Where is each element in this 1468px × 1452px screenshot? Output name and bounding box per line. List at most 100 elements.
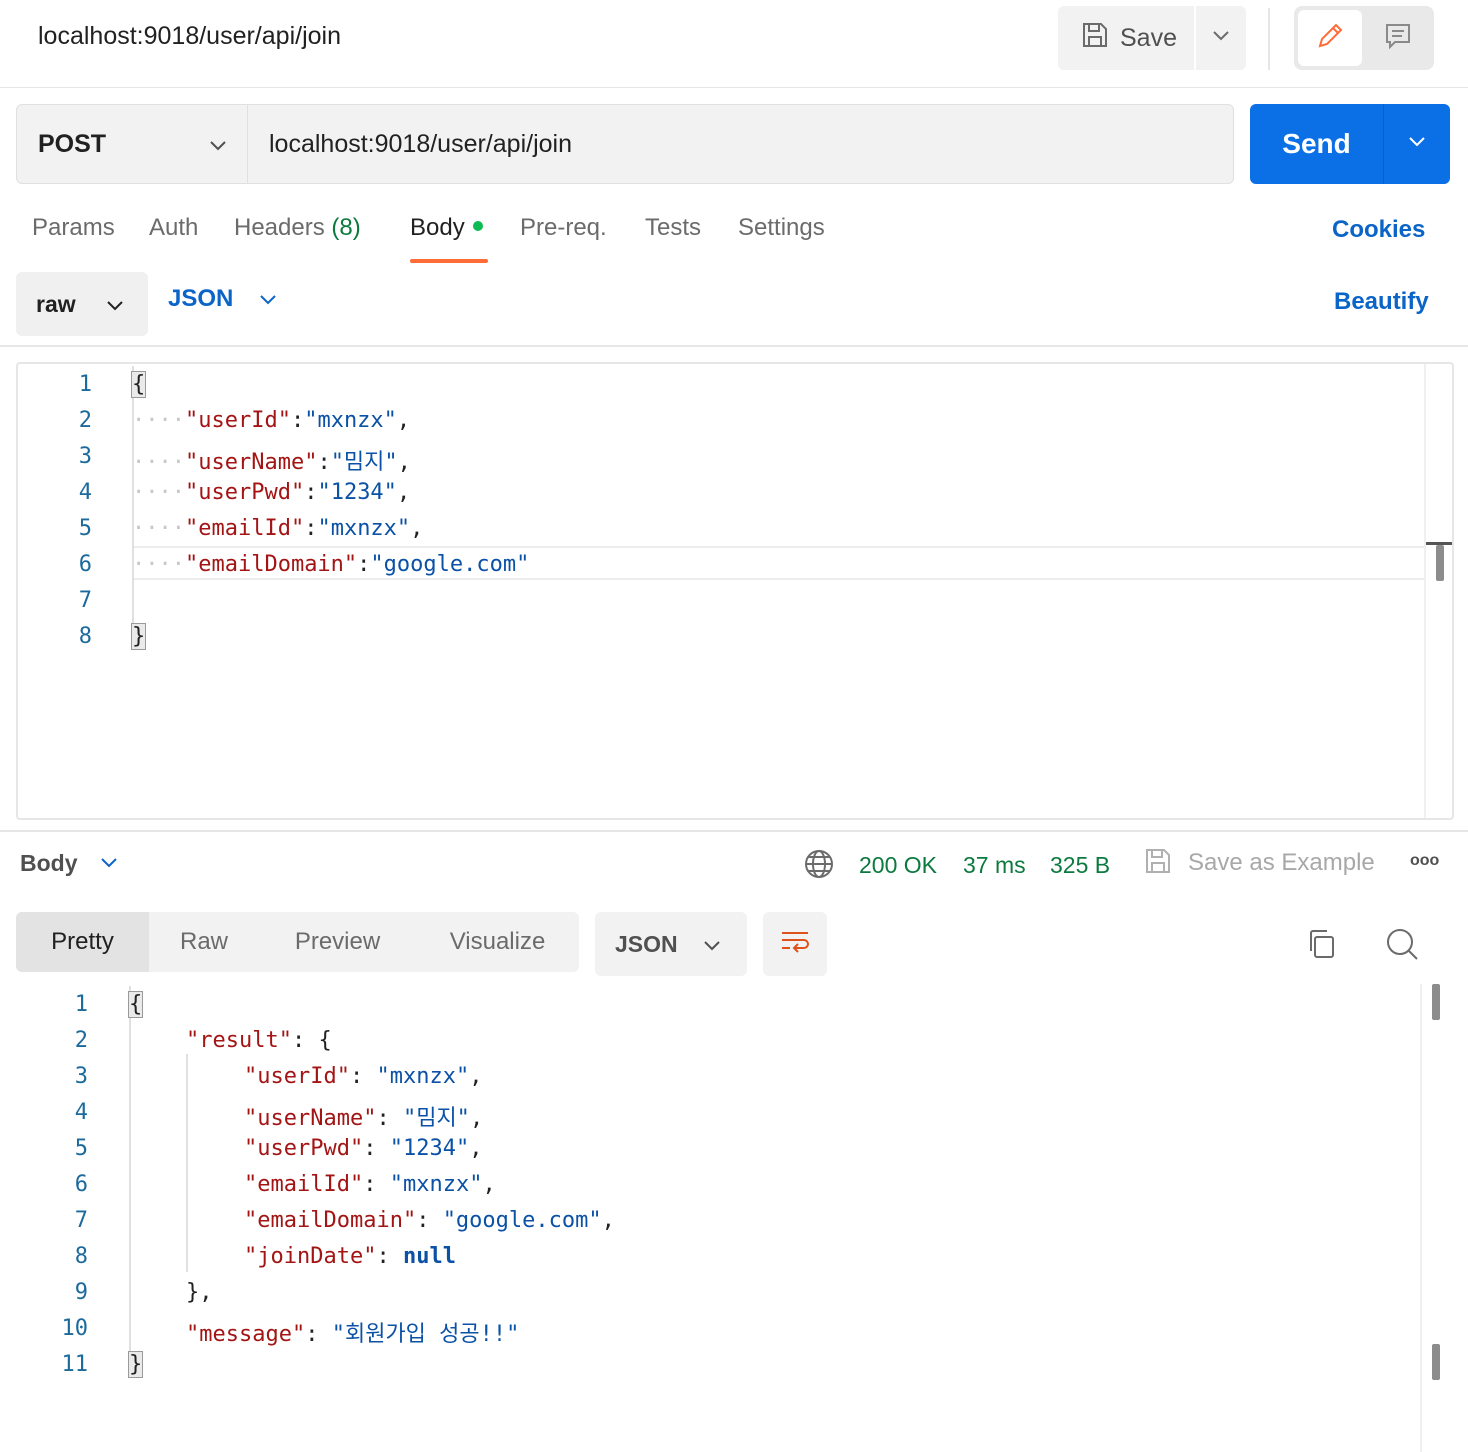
divider bbox=[1268, 8, 1270, 70]
indent-guide bbox=[186, 1054, 188, 1272]
response-body-viewer[interactable]: 1 2 3 4 5 6 7 8 9 10 11 { "result": { "u… bbox=[0, 984, 1468, 1452]
line-number: 1 bbox=[74, 992, 88, 1017]
save-group: Save bbox=[1058, 6, 1246, 70]
pencil-icon bbox=[1314, 20, 1346, 57]
response-time[interactable]: 37 ms bbox=[963, 852, 1026, 879]
line-number: 8 bbox=[78, 624, 92, 649]
send-button-group: Send bbox=[1250, 104, 1450, 184]
view-visualize[interactable]: Visualize bbox=[416, 912, 579, 972]
indent-dots: ···· bbox=[132, 480, 185, 505]
scrollbar-thumb[interactable] bbox=[1432, 1344, 1440, 1380]
json-colon: : bbox=[304, 516, 318, 541]
view-preview[interactable]: Preview bbox=[259, 912, 416, 972]
body-language-label: JSON bbox=[168, 285, 234, 312]
line-number: 4 bbox=[74, 1100, 88, 1125]
json-key: "joinDate" bbox=[244, 1244, 377, 1269]
send-options-button[interactable] bbox=[1384, 104, 1450, 184]
tab-settings[interactable]: Settings bbox=[738, 214, 825, 242]
chevron-down-icon bbox=[1408, 135, 1426, 153]
globe-icon[interactable] bbox=[803, 848, 835, 885]
send-button[interactable]: Send bbox=[1250, 104, 1384, 184]
mode-toggle bbox=[1294, 6, 1434, 70]
request-title[interactable]: localhost:9018/user/api/join bbox=[38, 22, 341, 51]
top-bar: localhost:9018/user/api/join Save bbox=[0, 0, 1468, 88]
json-key: "emailId" bbox=[244, 1172, 364, 1197]
json-key: "result" bbox=[186, 1028, 292, 1053]
line-number: 9 bbox=[74, 1280, 88, 1305]
chevron-down-icon bbox=[209, 130, 227, 159]
json-key: "emailDomain" bbox=[184, 552, 358, 577]
response-size[interactable]: 325 B bbox=[1050, 852, 1110, 879]
comment-mode-button[interactable] bbox=[1366, 10, 1430, 66]
json-colon: : bbox=[376, 1244, 403, 1269]
tab-auth[interactable]: Auth bbox=[149, 214, 198, 242]
indent-guide bbox=[129, 986, 131, 1376]
body-language-select[interactable]: JSON bbox=[168, 285, 277, 313]
view-raw[interactable]: Raw bbox=[149, 912, 259, 972]
json-value: "mxnzx" bbox=[376, 1064, 470, 1089]
tab-headers[interactable]: Headers (8) bbox=[234, 214, 361, 242]
code-line: "message": "회원가입 성공!!" bbox=[186, 1316, 519, 1348]
url-bar: POST localhost:9018/user/api/join bbox=[16, 104, 1234, 184]
code-line: { bbox=[127, 991, 144, 1018]
wrap-lines-button[interactable] bbox=[763, 912, 827, 976]
tab-body[interactable]: Body bbox=[410, 214, 483, 242]
code-line: "userPwd": "1234", bbox=[244, 1136, 482, 1161]
json-value: "google.com" bbox=[442, 1208, 602, 1233]
line-number: 1 bbox=[78, 372, 92, 397]
scrollbar-track[interactable] bbox=[1424, 364, 1426, 818]
line-number: 4 bbox=[78, 480, 92, 505]
json-colon: : bbox=[357, 552, 371, 577]
scrollbar-track[interactable] bbox=[1420, 984, 1422, 1452]
tab-tests[interactable]: Tests bbox=[645, 214, 701, 242]
code-line: ····"userId":"mxnzx", bbox=[132, 408, 410, 433]
json-value: "mxnzx" bbox=[317, 516, 411, 541]
json-comma: , bbox=[482, 1172, 496, 1197]
code-line: ····"userName":"밈지", bbox=[132, 444, 411, 476]
tab-body-label: Body bbox=[410, 214, 465, 241]
json-comma: , bbox=[396, 480, 411, 505]
save-as-example-button[interactable]: Save as Example bbox=[1188, 849, 1375, 877]
json-value: "mxnzx" bbox=[389, 1172, 483, 1197]
save-options-button[interactable] bbox=[1196, 6, 1246, 70]
close-brace: } bbox=[127, 1351, 144, 1378]
body-mode-select[interactable]: raw bbox=[16, 272, 148, 336]
code-line: ····"emailId":"mxnzx", bbox=[132, 516, 423, 541]
json-colon: : bbox=[349, 1064, 377, 1089]
tab-params[interactable]: Params bbox=[32, 214, 115, 242]
url-input[interactable]: localhost:9018/user/api/join bbox=[248, 105, 1233, 183]
line-number: 3 bbox=[78, 444, 92, 469]
headers-count: (8) bbox=[331, 214, 361, 241]
line-number: 11 bbox=[61, 1352, 89, 1377]
indent-dots: ···· bbox=[132, 516, 185, 541]
json-key: "message" bbox=[186, 1322, 306, 1347]
code-line: "userId": "mxnzx", bbox=[244, 1064, 482, 1089]
beautify-link[interactable]: Beautify bbox=[1334, 288, 1429, 316]
copy-icon[interactable] bbox=[1305, 927, 1337, 966]
search-icon[interactable] bbox=[1385, 927, 1419, 966]
request-body-editor[interactable]: 1 2 3 4 5 6 7 8 { ····"userId":"mxnzx", … bbox=[16, 362, 1454, 820]
tab-prereq[interactable]: Pre-req. bbox=[520, 214, 607, 242]
more-options-button[interactable]: ooo bbox=[1410, 852, 1439, 870]
scrollbar-thumb[interactable] bbox=[1436, 545, 1444, 581]
code-line: }, bbox=[186, 1280, 213, 1305]
edit-mode-button[interactable] bbox=[1298, 10, 1362, 66]
json-comma: , bbox=[396, 408, 411, 433]
status-code[interactable]: 200 OK bbox=[859, 852, 937, 879]
code-line: "emailId": "mxnzx", bbox=[244, 1172, 496, 1197]
body-indicator-dot bbox=[472, 220, 483, 231]
scrollbar-thumb[interactable] bbox=[1432, 984, 1440, 1020]
json-value: "1234" bbox=[389, 1136, 470, 1161]
view-pretty[interactable]: Pretty bbox=[16, 912, 149, 972]
save-button[interactable]: Save bbox=[1058, 6, 1194, 70]
json-comma: , bbox=[469, 1106, 484, 1131]
line-number: 3 bbox=[74, 1064, 88, 1089]
response-format-select[interactable]: JSON bbox=[595, 912, 747, 976]
code-line: "userName": "밈지", bbox=[244, 1100, 483, 1132]
method-label: POST bbox=[38, 129, 107, 158]
response-body-toggle[interactable] bbox=[100, 856, 118, 874]
cookies-link[interactable]: Cookies bbox=[1332, 216, 1425, 244]
method-select[interactable]: POST bbox=[17, 105, 248, 183]
open-brace: { bbox=[130, 371, 147, 398]
json-key: "userId" bbox=[184, 408, 291, 433]
